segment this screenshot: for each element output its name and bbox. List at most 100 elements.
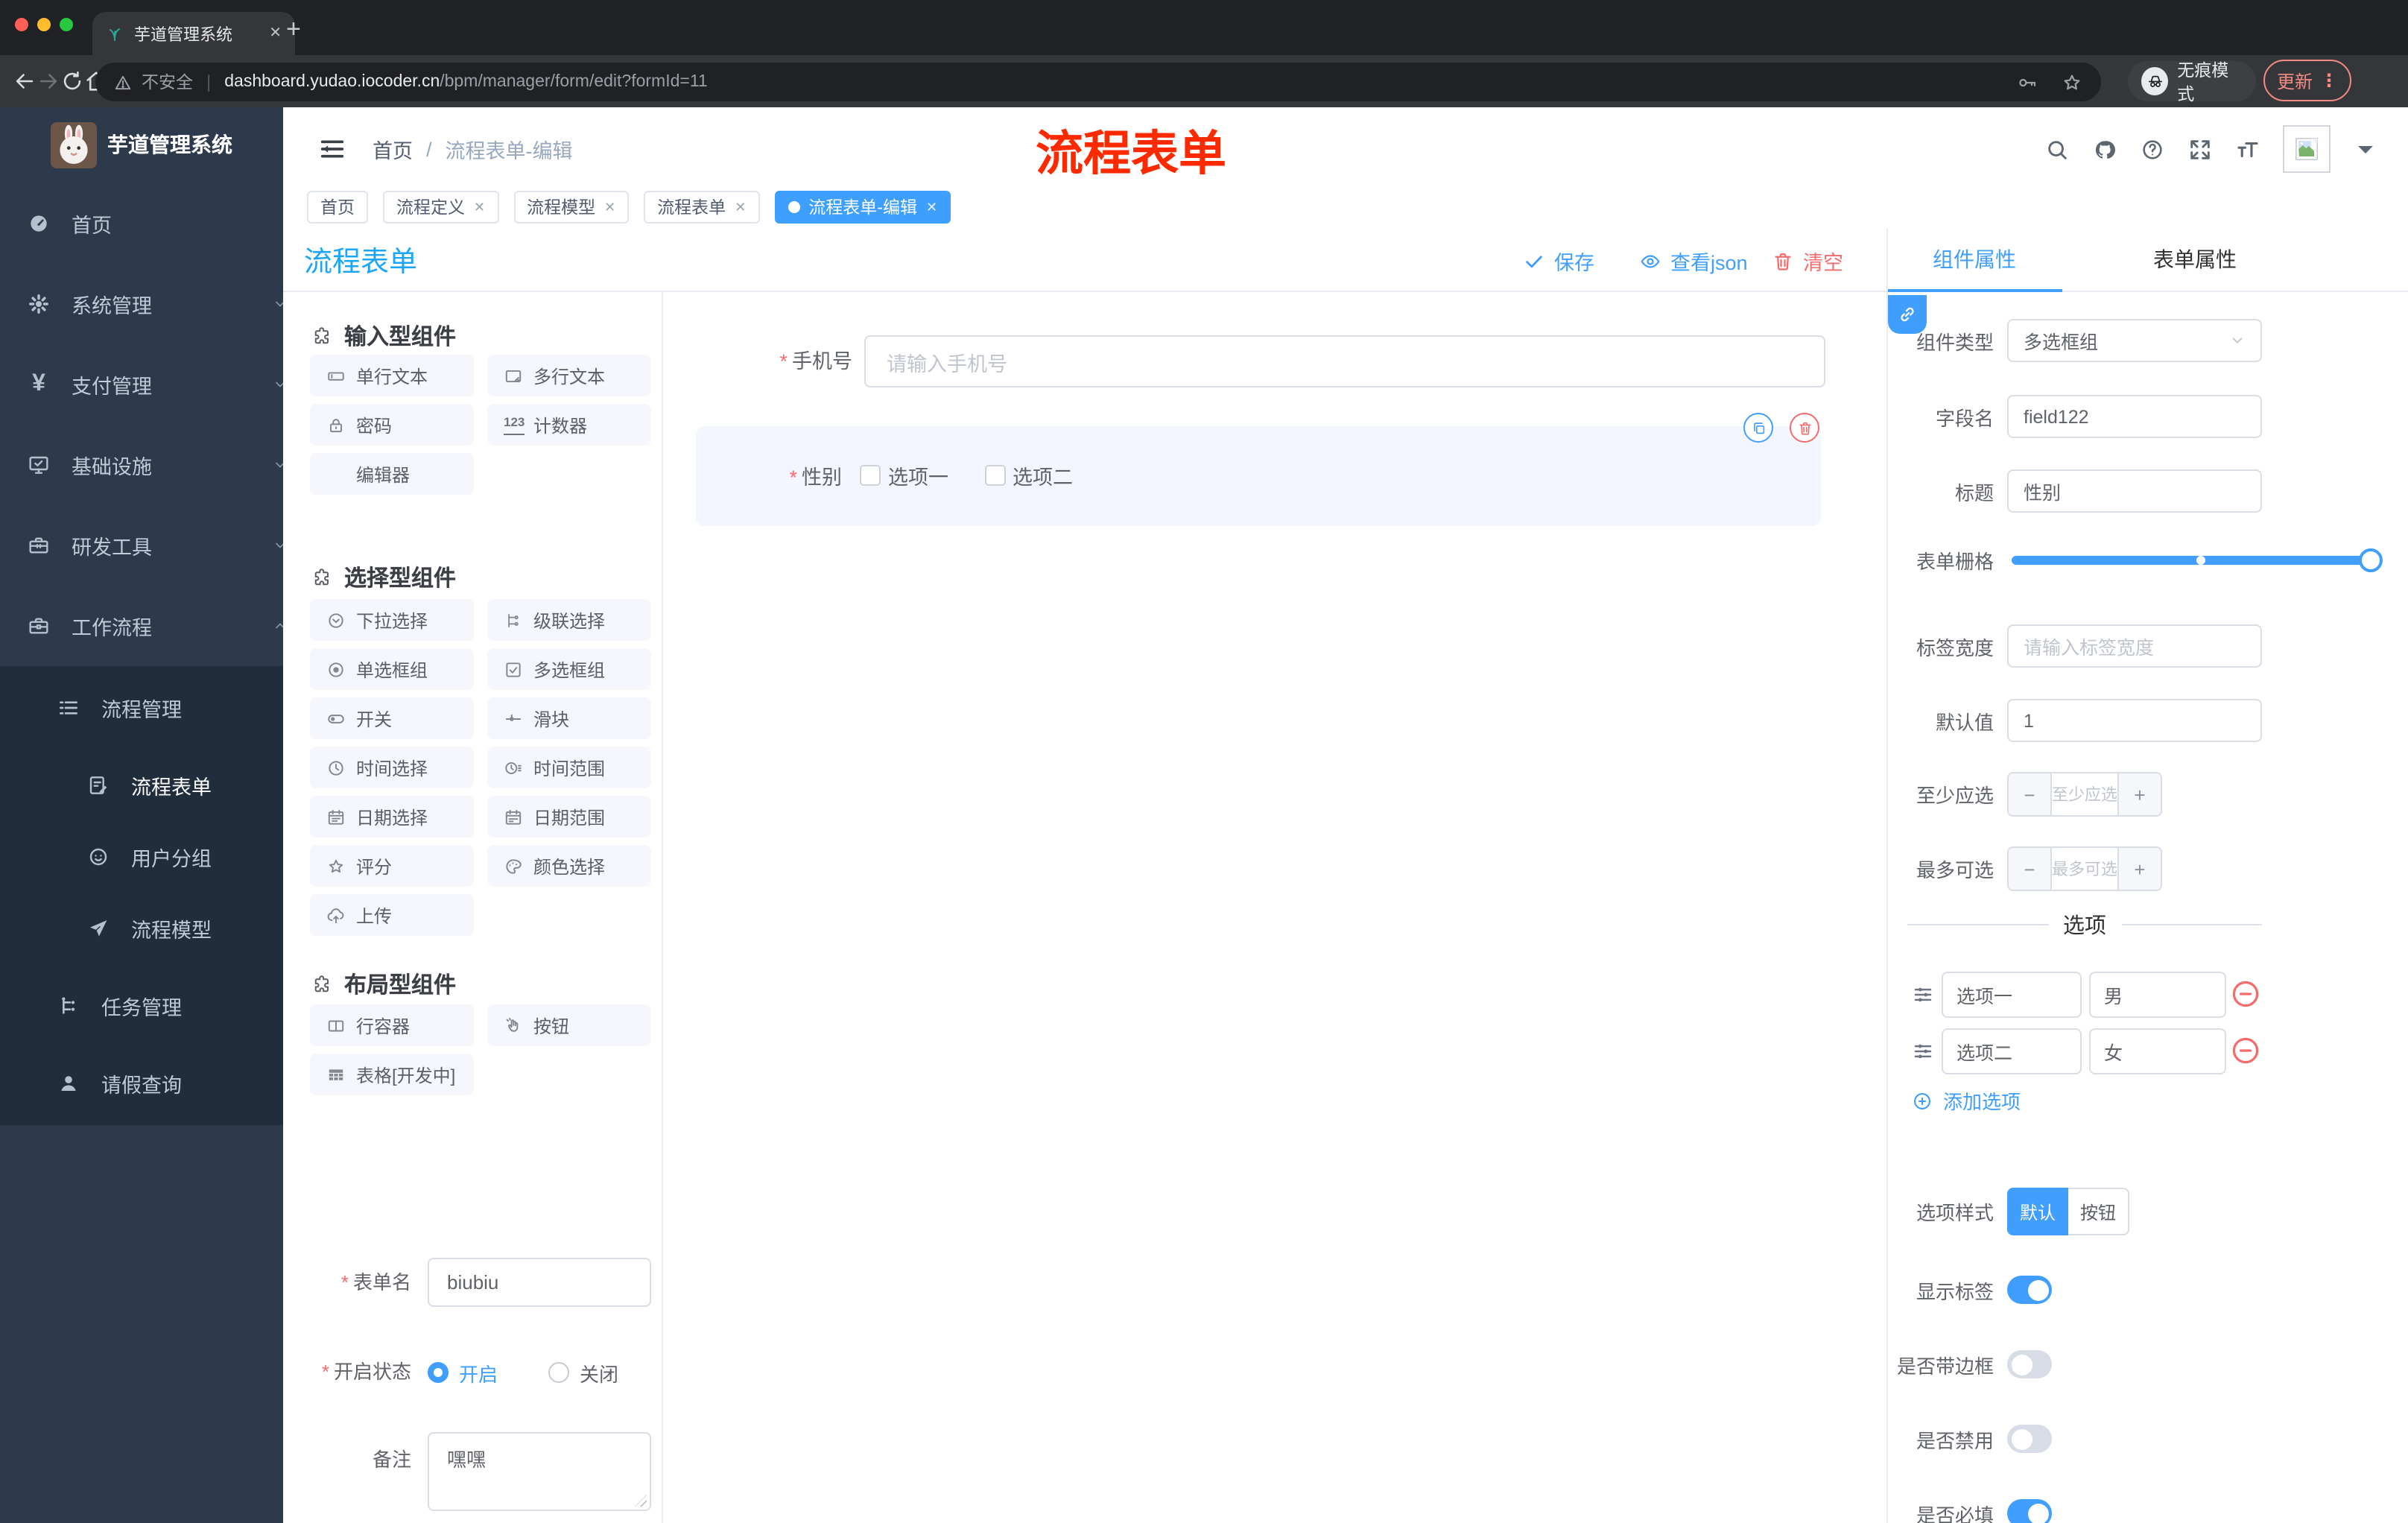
drag-handle-icon[interactable]: [1912, 984, 1934, 1006]
new-tab-button[interactable]: +: [286, 16, 301, 42]
stepper-minus-button[interactable]: −: [2009, 773, 2052, 815]
component-chip-单行文本[interactable]: 单行文本: [310, 355, 474, 396]
browser-tab[interactable]: 芋道管理系统 ✕: [92, 12, 295, 55]
option-2-label[interactable]: 选项二: [1013, 460, 1073, 490]
fullscreen-icon[interactable]: [2187, 136, 2213, 162]
sidebar-item-5[interactable]: 研发工具: [0, 505, 283, 586]
component-chip-单选框组[interactable]: 单选框组: [310, 648, 474, 690]
tab-component-props[interactable]: 组件属性: [1886, 228, 2062, 291]
remark-textarea[interactable]: 嘿嘿: [428, 1432, 651, 1511]
component-chip-开关[interactable]: 开关: [310, 697, 474, 739]
route-tab-流程模型[interactable]: 流程模型 ✕: [513, 191, 630, 224]
form-name-input[interactable]: biubiu: [428, 1258, 651, 1307]
component-chip-编辑器[interactable]: 编辑器: [310, 453, 474, 495]
radio-status-off[interactable]: [548, 1362, 570, 1383]
sidebar-item-3[interactable]: ¥ 支付管理: [0, 344, 283, 425]
title-input[interactable]: 性别: [2007, 469, 2262, 513]
tab-close-icon[interactable]: ✕: [604, 199, 615, 215]
component-chip-计数器[interactable]: 123 计数器: [487, 404, 651, 446]
toggle-是否必填[interactable]: [2007, 1499, 2052, 1523]
stepper-plus-button[interactable]: +: [2117, 848, 2161, 890]
reload-icon[interactable]: [60, 69, 85, 94]
drag-handle-icon[interactable]: [1912, 1040, 1934, 1063]
mac-minimize-button[interactable]: [37, 18, 51, 31]
sidebar-item-1[interactable]: 首页: [0, 183, 283, 264]
component-chip-上传[interactable]: 上传: [310, 894, 474, 936]
sidebar-subitem-用户分组[interactable]: 用户分组: [0, 821, 283, 893]
option-name-input[interactable]: 选项二: [1942, 1028, 2082, 1074]
toggle-是否禁用[interactable]: [2007, 1425, 2052, 1453]
sidebar-item-2[interactable]: 系统管理: [0, 264, 283, 344]
style-default-button[interactable]: 默认: [2007, 1188, 2068, 1235]
toggle-是否带边框[interactable]: [2007, 1350, 2052, 1378]
sidebar-subitem-流程模型[interactable]: 流程模型: [0, 893, 283, 964]
component-chip-时间范围[interactable]: 时间范围: [487, 747, 651, 788]
github-icon[interactable]: [2092, 136, 2117, 162]
back-icon[interactable]: [12, 69, 37, 94]
remove-option-icon[interactable]: [2229, 978, 2262, 1010]
option-1-label[interactable]: 选项一: [888, 460, 948, 490]
phone-field-input[interactable]: 请输入手机号: [864, 335, 1825, 387]
component-chip-多行文本[interactable]: 多行文本: [487, 355, 651, 396]
copy-component-button[interactable]: [1743, 413, 1773, 443]
slider-handle[interactable]: [2359, 548, 2383, 572]
security-label[interactable]: 不安全: [142, 70, 193, 94]
key-icon[interactable]: [2016, 71, 2038, 93]
sidebar-subitem-请假查询[interactable]: 请假查询: [0, 1048, 283, 1119]
sidebar-subitem-流程表单[interactable]: 流程表单: [0, 750, 283, 821]
clear-button[interactable]: 清空: [1772, 246, 1843, 276]
status-off-label[interactable]: 关闭: [580, 1358, 618, 1387]
route-tab-流程表单[interactable]: 流程表单 ✕: [644, 191, 760, 224]
stepper-value[interactable]: 最多可选: [2052, 848, 2117, 890]
stepper-minus-button[interactable]: −: [2009, 848, 2052, 890]
view-json-button[interactable]: 查看json: [1639, 246, 1748, 276]
tab-form-props[interactable]: 表单属性: [2062, 228, 2328, 291]
remove-option-icon[interactable]: [2229, 1034, 2262, 1067]
component-chip-表格[开发中][interactable]: 表格[开发中]: [310, 1054, 474, 1095]
route-tab-首页[interactable]: 首页: [307, 191, 368, 224]
style-button-button[interactable]: 按钮: [2068, 1188, 2129, 1235]
tab-close-icon[interactable]: ✕: [735, 199, 746, 215]
tab-close-icon[interactable]: ✕: [474, 199, 485, 215]
collapse-menu-icon[interactable]: [317, 134, 347, 164]
bookmark-star-icon[interactable]: [2061, 71, 2083, 93]
component-chip-行容器[interactable]: 行容器: [310, 1004, 474, 1046]
default-value-input[interactable]: 1: [2007, 699, 2262, 742]
avatar[interactable]: [2283, 125, 2331, 173]
browser-update-button[interactable]: 更新 ⋮: [2263, 60, 2351, 101]
component-chip-时间选择[interactable]: 时间选择: [310, 747, 474, 788]
tab-close-icon[interactable]: ✕: [269, 25, 282, 42]
add-option-button[interactable]: 添加选项: [1912, 1086, 2021, 1115]
resize-handle[interactable]: [635, 1495, 647, 1507]
component-chip-颜色选择[interactable]: 颜色选择: [487, 845, 651, 887]
tab-close-icon[interactable]: ✕: [926, 199, 937, 215]
component-chip-下拉选择[interactable]: 下拉选择: [310, 599, 474, 641]
sidebar-subitem-流程管理[interactable]: 流程管理: [0, 671, 283, 745]
option-value-input[interactable]: 女: [2089, 1028, 2226, 1074]
mac-zoom-button[interactable]: [60, 18, 73, 31]
route-tab-流程表单-编辑[interactable]: 流程表单-编辑 ✕: [774, 191, 951, 224]
grid-slider[interactable]: [2012, 548, 2383, 572]
selected-component-gender[interactable]: * 性别 选项一 选项二: [696, 413, 1821, 526]
field-name-input[interactable]: field122: [2007, 395, 2262, 438]
delete-component-button[interactable]: [1790, 413, 1819, 443]
checkbox-option-2[interactable]: [984, 465, 1005, 486]
component-chip-滑块[interactable]: 滑块: [487, 697, 651, 739]
label-width-input[interactable]: 请输入标签宽度: [2007, 624, 2262, 668]
address-bar[interactable]: 不安全 | dashboard.yudao.iocoder.cn/bpm/man…: [95, 63, 2101, 101]
checkbox-option-1[interactable]: [860, 465, 881, 486]
mac-close-button[interactable]: [15, 18, 28, 31]
route-tab-流程定义[interactable]: 流程定义 ✕: [383, 191, 499, 224]
radio-status-on[interactable]: [428, 1362, 449, 1383]
forward-icon[interactable]: [36, 69, 61, 94]
font-size-icon[interactable]: [2235, 136, 2260, 162]
breadcrumb-home[interactable]: 首页: [373, 134, 413, 164]
toggle-显示标签[interactable]: [2007, 1276, 2052, 1304]
option-value-input[interactable]: 男: [2089, 972, 2226, 1018]
sidebar-item-6[interactable]: 工作流程: [0, 586, 283, 666]
link-tag[interactable]: [1888, 295, 1927, 334]
save-button[interactable]: 保存: [1523, 246, 1594, 276]
component-chip-评分[interactable]: 评分: [310, 845, 474, 887]
sidebar-item-4[interactable]: 基础设施: [0, 425, 283, 505]
component-chip-按钮[interactable]: 按钮: [487, 1004, 651, 1046]
